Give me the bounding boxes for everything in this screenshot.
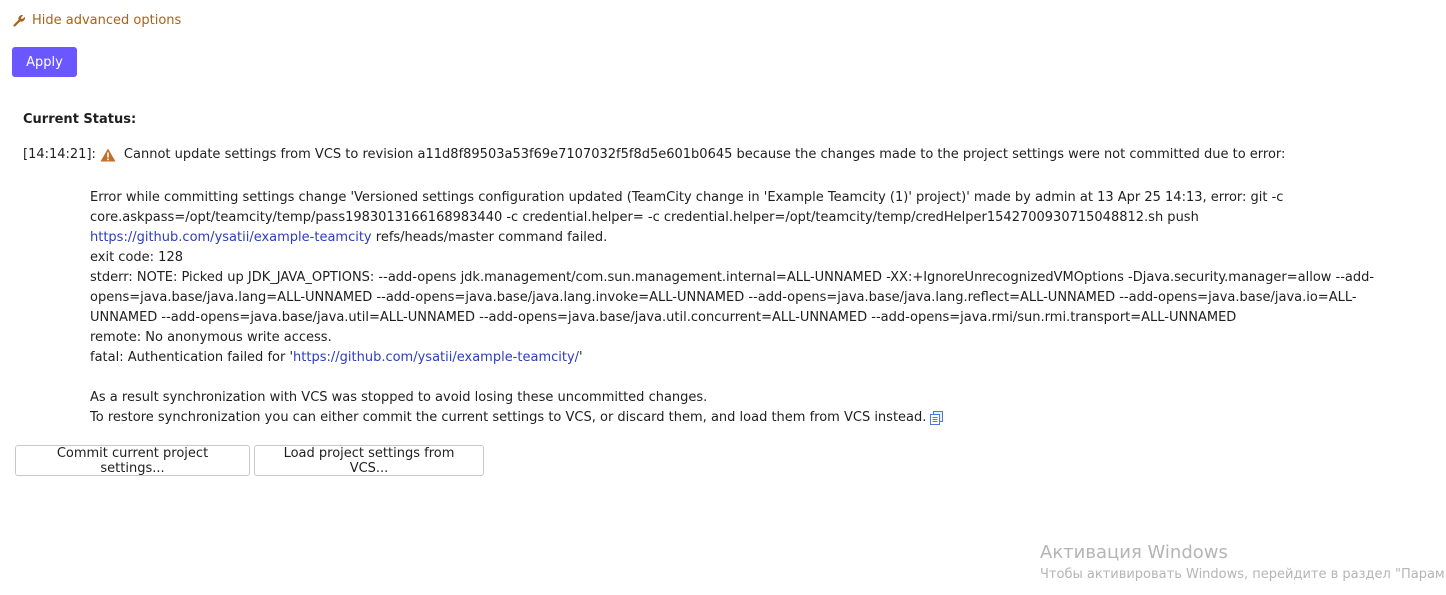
wrench-icon — [13, 14, 25, 27]
result-line-1: As a result synchronization with VCS was… — [90, 390, 708, 405]
watermark-title: Активация Windows — [1040, 542, 1228, 563]
status-message-line: [14:14:21]: Cannot update settings from … — [23, 147, 1285, 162]
hide-advanced-options-label: Hide advanced options — [32, 13, 182, 28]
status-timestamp: [14:14:21]: — [23, 147, 96, 162]
commit-settings-button[interactable]: Commit current project settings... — [15, 445, 250, 476]
windows-activation-watermark: Активация Windows Чтобы активировать Win… — [1040, 542, 1445, 582]
exit-code: exit code: 128 — [90, 250, 183, 265]
stderr-text: stderr: NOTE: Picked up JDK_JAVA_OPTIONS… — [90, 270, 1375, 325]
watermark-subtitle: Чтобы активировать Windows, перейдите в … — [1040, 567, 1445, 582]
page: Hide advanced options Apply Current Stat… — [0, 0, 1446, 595]
apply-button[interactable]: Apply — [12, 47, 77, 77]
warning-icon — [100, 148, 116, 161]
status-message: Cannot update settings from VCS to revis… — [123, 147, 1286, 162]
fatal-prefix: fatal: Authentication failed for ' — [90, 350, 294, 365]
load-settings-button[interactable]: Load project settings from VCS... — [254, 445, 484, 476]
error-commit-tail: refs/heads/master command failed. — [371, 230, 608, 245]
fatal-repo-link[interactable]: https://github.com/ysatii/example-teamci… — [293, 350, 579, 365]
fatal-suffix: ' — [579, 350, 583, 365]
fatal-text: fatal: Authentication failed for 'https:… — [90, 348, 1420, 368]
repo-link[interactable]: https://github.com/ysatii/example-teamci… — [90, 230, 372, 245]
copy-icon[interactable] — [930, 410, 944, 425]
error-details: Error while committing settings change '… — [90, 188, 1420, 428]
result-line-2-wrap: To restore synchronization you can eithe… — [90, 408, 1420, 428]
error-commit-text: Error while committing settings change '… — [90, 188, 1420, 248]
result-line-2: To restore synchronization you can eithe… — [90, 410, 927, 425]
remote-text: remote: No anonymous write access. — [90, 330, 332, 345]
current-status-title: Current Status: — [23, 112, 137, 127]
error-commit-message: Error while committing settings change '… — [90, 190, 1284, 225]
hide-advanced-options-link[interactable]: Hide advanced options — [12, 13, 181, 28]
